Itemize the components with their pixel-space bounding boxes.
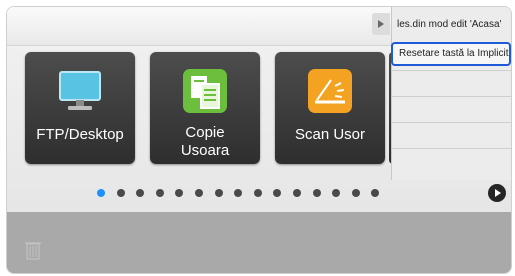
scanner-icon xyxy=(305,66,355,116)
page-dot[interactable] xyxy=(253,189,262,197)
menu-collapse-button[interactable] xyxy=(372,13,390,35)
bottom-tray xyxy=(7,212,511,273)
menu-divider xyxy=(391,148,511,149)
next-page-button[interactable] xyxy=(488,184,506,202)
page-dot[interactable] xyxy=(371,189,380,197)
page-dot[interactable] xyxy=(116,189,125,197)
page-dot[interactable] xyxy=(273,189,282,197)
touch-panel-screen: FTP/Desktop Copie Usoara Scan Usor les.d… xyxy=(6,6,512,274)
tile-ftp-desktop[interactable]: FTP/Desktop xyxy=(25,52,135,164)
page-dot-active[interactable] xyxy=(97,189,105,197)
page-dot[interactable] xyxy=(292,189,301,197)
trash-icon[interactable] xyxy=(25,240,41,260)
page-dot[interactable] xyxy=(332,189,341,197)
page-indicator xyxy=(97,187,391,199)
menu-item-reset-key-default[interactable]: Resetare tastă la Implicit xyxy=(391,42,511,66)
menu-divider xyxy=(391,96,511,97)
page-dot[interactable] xyxy=(312,189,321,197)
page-dot[interactable] xyxy=(136,189,145,197)
tile-label-line1: Copie xyxy=(185,124,225,141)
page-dot[interactable] xyxy=(351,189,360,197)
tile-label: Copie Usoara xyxy=(150,124,260,160)
page-dot[interactable] xyxy=(155,189,164,197)
tile-label-line2: Usoara xyxy=(180,142,230,159)
monitor-icon xyxy=(55,66,105,116)
page-dot[interactable] xyxy=(234,189,243,197)
tile-scan-usor[interactable]: Scan Usor xyxy=(275,52,385,164)
page-dot[interactable] xyxy=(194,189,203,197)
page-dot[interactable] xyxy=(214,189,223,197)
menu-divider xyxy=(391,122,511,123)
menu-divider xyxy=(391,70,511,71)
menu-item-exit-edit-mode[interactable]: les.din mod edit 'Acasa' xyxy=(391,13,511,37)
page-dot[interactable] xyxy=(175,189,184,197)
copy-icon xyxy=(180,66,230,116)
tile-copie-usoara[interactable]: Copie Usoara xyxy=(150,52,260,164)
tile-label: Scan Usor xyxy=(294,126,366,143)
tile-label: FTP/Desktop xyxy=(36,126,124,143)
